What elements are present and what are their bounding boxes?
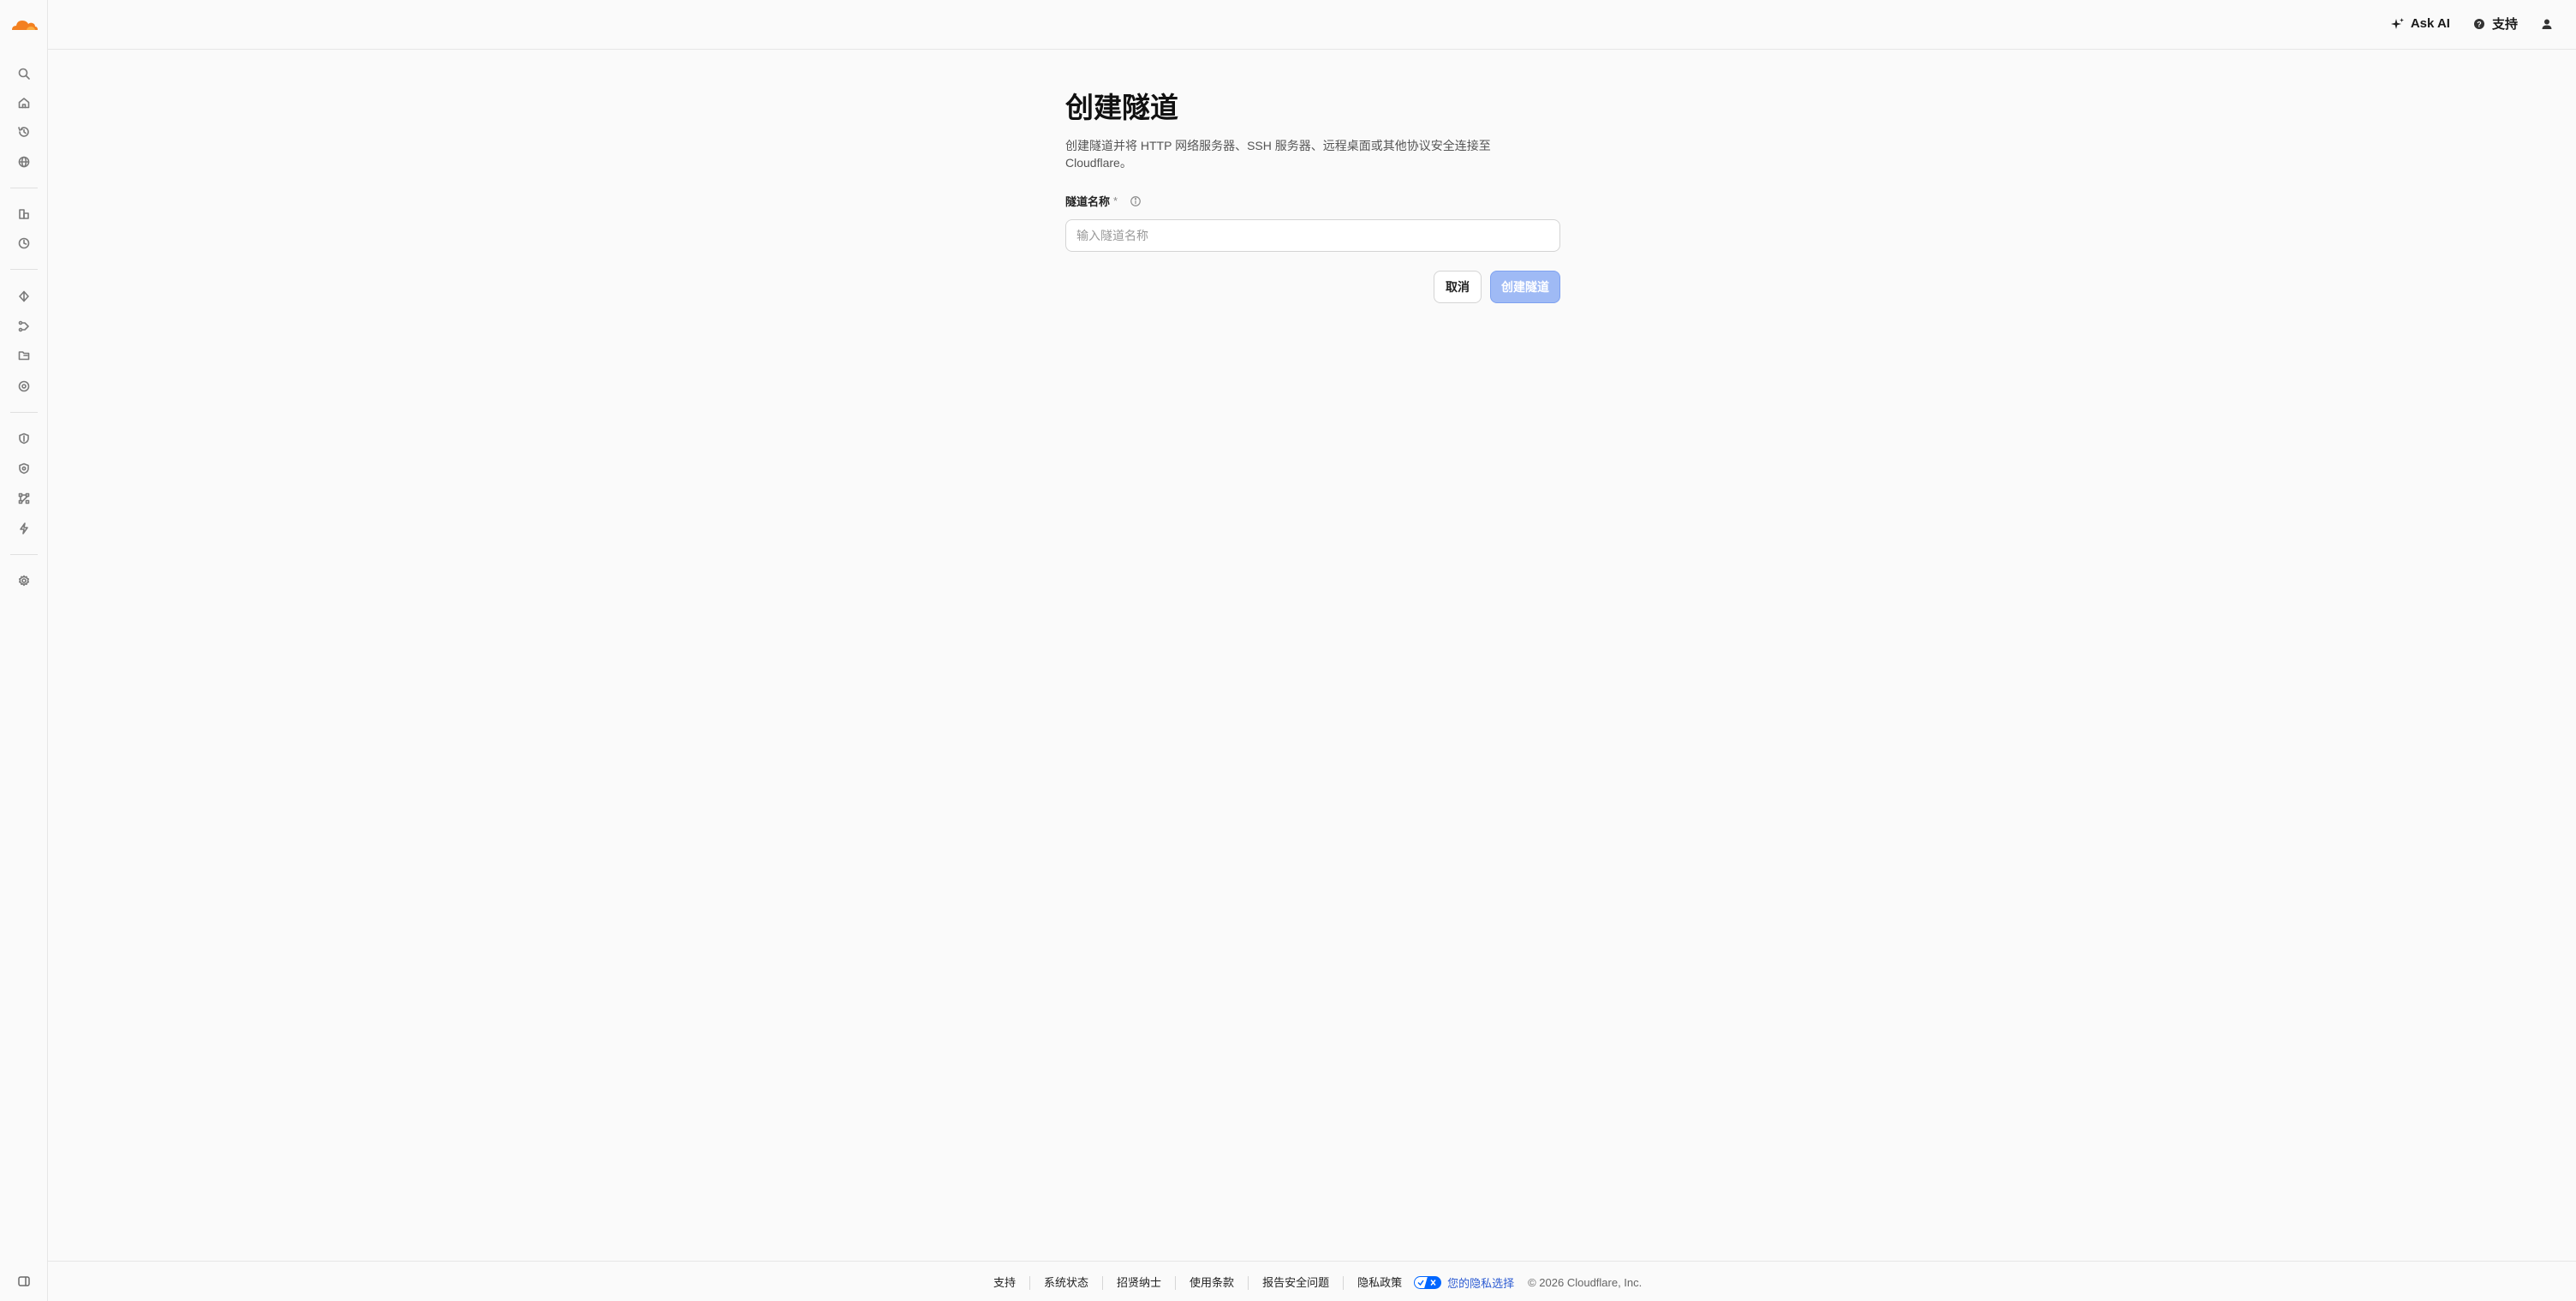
tunnel-name-label: 隧道名称 — [1065, 195, 1111, 208]
cancel-button[interactable]: 取消 — [1434, 271, 1482, 303]
sidebar-divider — [10, 412, 38, 413]
sparkle-icon — [2390, 17, 2404, 29]
svg-text:?: ? — [2477, 20, 2482, 28]
help-circle-icon: ? — [2473, 18, 2484, 29]
cloudflare-logo-icon[interactable] — [9, 14, 39, 34]
diamond-icon[interactable] — [15, 288, 33, 305]
bolt-icon[interactable] — [15, 520, 33, 537]
support-button[interactable]: ? 支持 — [2472, 15, 2518, 33]
footer-link-careers[interactable]: 招贤纳士 — [1103, 1275, 1177, 1290]
settings-icon[interactable] — [15, 572, 33, 589]
search-icon[interactable] — [15, 65, 33, 82]
network-icon[interactable] — [15, 490, 33, 507]
privacy-toggle-icon — [1414, 1276, 1442, 1289]
sidebar-divider — [10, 554, 38, 555]
privacy-choices-link[interactable]: 您的隐私选择 — [1414, 1274, 1514, 1291]
footer-link-support[interactable]: 支持 — [993, 1275, 1031, 1290]
footer-link-system-status[interactable]: 系统状态 — [1030, 1275, 1104, 1290]
tunnel-icon[interactable] — [15, 318, 33, 335]
globe-icon[interactable] — [15, 153, 33, 170]
shield-icon[interactable] — [15, 430, 33, 447]
ask-ai-button[interactable]: Ask AI — [2390, 16, 2450, 31]
support-label: 支持 — [2491, 17, 2518, 32]
footer-link-report-security[interactable]: 报告安全问题 — [1249, 1275, 1345, 1290]
create-tunnel-form: 创建隧道 创建隧道并将 HTTP 网络服务器、SSH 服务器、远程桌面或其他协议… — [1065, 89, 1560, 303]
form-actions: 取消 创建隧道 — [1065, 271, 1560, 303]
top-bar: Ask AI ? 支持 — [48, 0, 2576, 50]
create-tunnel-button[interactable]: 创建隧道 — [1490, 271, 1560, 303]
user-icon — [2542, 19, 2552, 29]
history-icon[interactable] — [15, 123, 33, 140]
chart-icon[interactable] — [15, 206, 33, 223]
clock-icon[interactable] — [15, 235, 33, 252]
top-actions: Ask AI ? 支持 — [2390, 15, 2554, 33]
tunnel-name-label-row: 隧道名称 * — [1065, 193, 1560, 209]
tunnel-name-input[interactable] — [1065, 219, 1560, 252]
page-title: 创建隧道 — [1065, 92, 1178, 123]
shield-check-icon[interactable] — [15, 460, 33, 477]
footer-link-privacy-policy[interactable]: 隐私政策 — [1344, 1276, 1414, 1290]
sidebar-divider — [10, 269, 38, 270]
footer-link-terms[interactable]: 使用条款 — [1176, 1275, 1249, 1290]
privacy-choices-label: 您的隐私选择 — [1447, 1277, 1515, 1290]
collapse-sidebar-icon[interactable] — [15, 1273, 33, 1290]
ask-ai-label: Ask AI — [2410, 16, 2450, 31]
home-icon[interactable] — [15, 94, 33, 111]
info-icon[interactable] — [1130, 195, 1142, 207]
eye-icon[interactable] — [15, 378, 33, 395]
required-mark: * — [1113, 194, 1118, 207]
footer: 支持 系统状态 招贤纳士 使用条款 报告安全问题 隐私政策 您的隐私选择 © 2… — [48, 1261, 2576, 1301]
folder-icon[interactable] — [15, 347, 33, 364]
page-description: 创建隧道并将 HTTP 网络服务器、SSH 服务器、远程桌面或其他协议安全连接至… — [1065, 139, 1491, 170]
user-menu-button[interactable] — [2540, 17, 2554, 31]
footer-links: 支持 系统状态 招贤纳士 使用条款 报告安全问题 隐私政策 您的隐私选择 © 2… — [993, 1274, 1642, 1291]
sidebar — [0, 0, 48, 1301]
copyright-text: © 2026 Cloudflare, Inc. — [1528, 1276, 1643, 1289]
